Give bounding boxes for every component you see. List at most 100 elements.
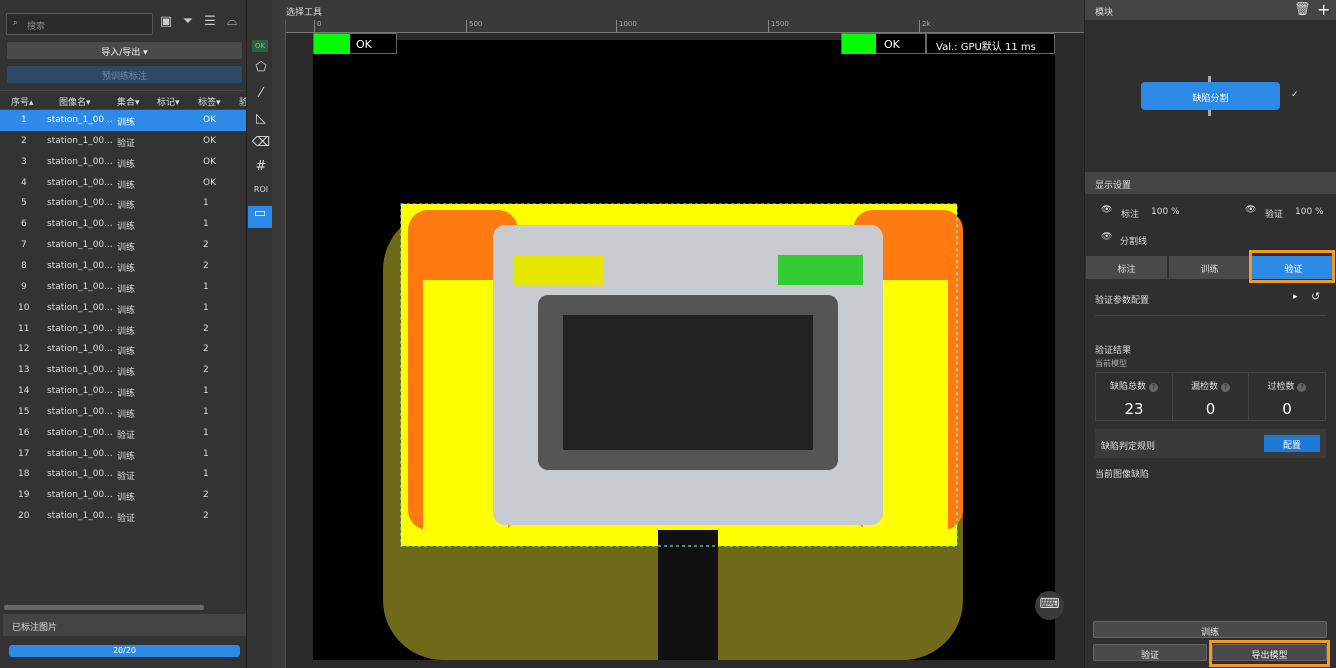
table-row[interactable]: 18 station_1_00... 验证 1 <box>0 464 246 485</box>
row-label: 1 <box>203 219 209 230</box>
table-row[interactable]: 1 station_1_00... 训练 OK <box>0 110 246 131</box>
col-index[interactable]: 序号▴ <box>11 95 34 108</box>
expand-arrow-icon[interactable]: ▸ <box>1293 292 1298 302</box>
help-icon[interactable]: ? <box>1220 383 1230 392</box>
import-export-button[interactable]: 导入/导出 ▾ <box>7 42 242 59</box>
horizontal-ruler: 0 500 1000 1500 2k <box>286 20 1084 33</box>
row-set: 训练 <box>117 389 136 400</box>
row-image-name: station_1_00... <box>47 344 113 355</box>
ok-badge[interactable]: OK <box>252 40 268 52</box>
stat-overkill: 过检数 ? 0 <box>1248 372 1326 421</box>
table-row[interactable]: 14 station_1_00... 训练 1 <box>0 381 246 402</box>
table-header: 序号▴ 图像名▾ 集合▾ 标记▾ 标签▾ 验 <box>0 90 248 110</box>
train-button[interactable]: 训练 <box>1093 621 1327 638</box>
row-label: OK <box>203 115 216 125</box>
table-row[interactable]: 2 station_1_00... 验证 OK <box>0 131 246 152</box>
horizontal-scrollbar[interactable] <box>4 605 204 610</box>
keyboard-icon[interactable]: ⌨ <box>1035 591 1064 620</box>
annotation-opacity[interactable]: 100 % <box>1151 207 1180 217</box>
table-row[interactable]: 16 station_1_00... 验证 1 <box>0 423 246 444</box>
result-label-left: OK <box>313 33 397 54</box>
display-mode-icon[interactable]: ⌓ <box>223 14 241 32</box>
row-image-name: station_1_00... <box>47 135 113 146</box>
select-tool-icon[interactable]: ▭ <box>248 206 272 228</box>
ruler-tick: 1500 <box>768 20 789 32</box>
verify-params-label[interactable]: 验证参数配置 <box>1095 293 1149 306</box>
table-row[interactable]: 6 station_1_00... 训练 1 <box>0 214 246 235</box>
config-button[interactable]: 配置 <box>1264 435 1320 452</box>
col-set[interactable]: 集合▾ <box>117 95 140 108</box>
check-icon: ✓ <box>1291 90 1299 100</box>
col-mark[interactable]: 标记▾ <box>157 95 180 108</box>
trash-icon[interactable]: 🗑 <box>1294 2 1311 17</box>
row-label: 1 <box>203 302 209 313</box>
row-image-name: station_1_00... <box>47 198 113 209</box>
table-row[interactable]: 20 station_1_00... 验证 2 <box>0 506 246 527</box>
table-row[interactable]: 12 station_1_00... 训练 2 <box>0 339 246 360</box>
row-label: OK <box>203 135 216 146</box>
table-row[interactable]: 5 station_1_00... 训练 1 <box>0 193 246 214</box>
polygon-tool-icon[interactable]: ⬠ <box>251 60 271 80</box>
table-row[interactable]: 15 station_1_00... 训练 1 <box>0 402 246 423</box>
help-icon[interactable]: ? <box>1297 383 1307 392</box>
row-label: 2 <box>203 240 209 251</box>
table-row[interactable]: 9 station_1_00... 训练 1 <box>0 277 246 298</box>
roi-tool[interactable]: ROI <box>251 185 271 205</box>
highlight-box <box>1249 250 1335 283</box>
history-icon[interactable]: ↺ <box>1311 290 1320 303</box>
row-image-name: station_1_00... <box>47 469 113 480</box>
table-row[interactable]: 10 station_1_00... 训练 1 <box>0 298 246 319</box>
table-row[interactable]: 7 station_1_00... 训练 2 <box>0 235 246 256</box>
verify-button[interactable]: 验证 <box>1093 644 1207 661</box>
canvas-header: 选择工具 <box>272 0 1084 20</box>
tab-train[interactable]: 训练 <box>1169 256 1250 279</box>
table-row[interactable]: 17 station_1_00... 训练 1 <box>0 444 246 465</box>
row-label: 1 <box>203 198 209 209</box>
row-image-name: station_1_00... <box>47 406 113 417</box>
eraser-icon[interactable]: ⌫ <box>251 135 271 155</box>
row-set: 训练 <box>117 159 136 170</box>
row-set: 训练 <box>117 305 136 316</box>
ruler-tick: 500 <box>466 20 482 32</box>
row-index: 2 <box>21 135 27 146</box>
plus-icon[interactable]: + <box>1317 0 1330 19</box>
eye-icon[interactable]: 👁 <box>1101 205 1112 215</box>
row-index: 8 <box>21 260 27 271</box>
row-set: 训练 <box>117 201 136 212</box>
eye-icon[interactable]: 👁 <box>1101 232 1112 242</box>
help-icon[interactable]: ? <box>1148 383 1158 392</box>
image-filter-icon[interactable]: ▣ <box>157 14 175 32</box>
table-row[interactable]: 8 station_1_00... 训练 2 <box>0 256 246 277</box>
eye-icon[interactable]: 👁 <box>1245 205 1256 215</box>
module-node-defect-segmentation[interactable]: 缺陷分割 <box>1141 82 1280 110</box>
highlight-box <box>1209 640 1330 667</box>
col-label[interactable]: 标签▾ <box>198 95 221 108</box>
row-index: 17 <box>18 448 30 459</box>
row-index: 5 <box>21 198 27 209</box>
row-index: 4 <box>21 177 27 188</box>
right-panel: 模块 🗑 + 缺陷分割 ✓ 显示设置 👁 标注 100 % 👁 验证 100 %… <box>1084 0 1336 668</box>
table-row[interactable]: 4 station_1_00... 训练 OK <box>0 173 246 194</box>
search-input[interactable]: ⌕ 搜索 <box>6 13 153 35</box>
tab-annotate[interactable]: 标注 <box>1086 256 1167 279</box>
row-image-name: station_1_00... <box>47 177 113 188</box>
magic-wand-icon[interactable]: ⁄ <box>251 86 271 106</box>
image-list-panel: ⌕ 搜索 ▣ ⏷ ☰ ⌓ 导入/导出 ▾ 预训练标注 序号▴ 图像名▾ 集合▾ 标… <box>0 0 248 668</box>
current-model-label: 当前模型 <box>1095 359 1127 368</box>
table-row[interactable]: 3 station_1_00... 训练 OK <box>0 152 246 173</box>
row-index: 9 <box>21 281 27 292</box>
row-label: OK <box>203 156 216 167</box>
pretrain-annotate-button[interactable]: 预训练标注 <box>7 66 242 83</box>
filter-icon[interactable]: ⏷ <box>179 14 197 32</box>
list-view-icon[interactable]: ☰ <box>201 14 219 32</box>
grid-tool-icon[interactable]: # <box>251 159 271 179</box>
col-image-name[interactable]: 图像名▾ <box>59 95 91 108</box>
table-row[interactable]: 13 station_1_00... 训练 2 <box>0 360 246 381</box>
table-row[interactable]: 11 station_1_00... 训练 2 <box>0 319 246 340</box>
row-set: 训练 <box>117 368 136 379</box>
table-row[interactable]: 19 station_1_00... 训练 2 <box>0 485 246 506</box>
ruler-tick: 0 <box>314 20 321 32</box>
row-index: 19 <box>18 490 30 501</box>
fill-tool-icon[interactable]: ◺ <box>251 111 271 131</box>
verify-opacity[interactable]: 100 % <box>1295 207 1324 217</box>
